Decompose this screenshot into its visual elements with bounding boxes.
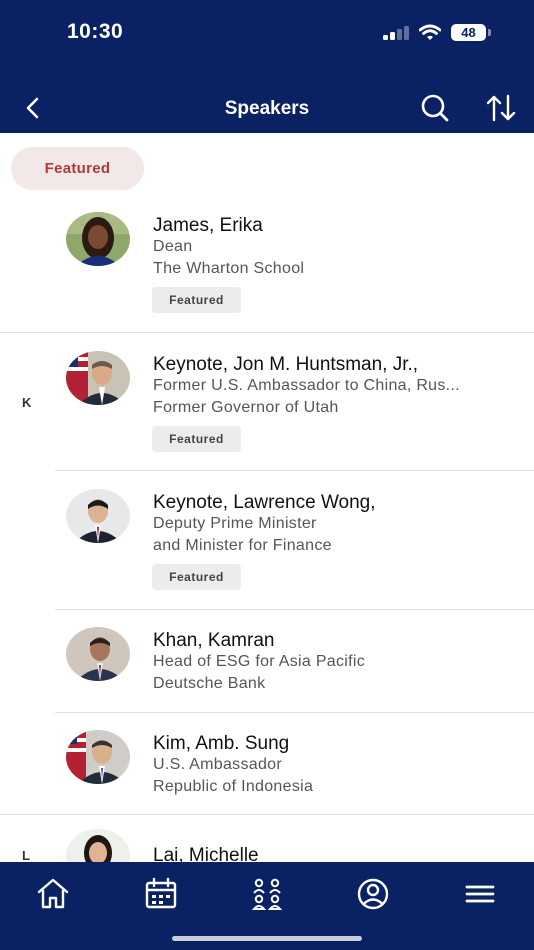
featured-tag: Featured — [152, 426, 241, 452]
speaker-avatar — [66, 829, 130, 862]
speaker-title: Head of ESG for Asia Pacific — [153, 653, 366, 670]
speaker-organization: Former Governor of Utah — [153, 399, 339, 416]
speaker-organization: The Wharton School — [153, 260, 305, 277]
speaker-avatar — [66, 212, 130, 266]
section-index-k[interactable]: K — [22, 395, 31, 410]
speaker-name: Keynote, Jon M. Huntsman, Jr., — [153, 354, 419, 375]
section-index-l[interactable]: L — [22, 848, 30, 862]
speaker-avatar — [66, 627, 130, 681]
featured-filter-chip[interactable]: Featured — [11, 147, 144, 190]
speaker-organization: and Minister for Finance — [153, 537, 332, 554]
speaker-organization: Deutsche Bank — [153, 675, 266, 692]
wifi-icon — [419, 24, 441, 40]
speaker-row-huntsman[interactable]: Keynote, Jon M. Huntsman, Jr., Former U.… — [0, 333, 534, 471]
speaker-row-kim[interactable]: Kim, Amb. Sung U.S. Ambassador Republic … — [0, 713, 534, 815]
search-icon[interactable] — [419, 92, 451, 124]
battery-tip — [488, 29, 491, 36]
speaker-title: U.S. Ambassador — [153, 756, 282, 773]
speaker-title: Dean — [153, 238, 193, 255]
featured-tag: Featured — [152, 564, 241, 590]
speaker-title: Former U.S. Ambassador to China, Rus... — [153, 377, 460, 394]
status-time: 10:30 — [67, 20, 124, 43]
speaker-avatar — [66, 489, 130, 543]
home-indicator[interactable] — [172, 936, 362, 941]
status-bar: 10:30 48 — [0, 0, 534, 70]
attendees-icon[interactable] — [247, 874, 287, 914]
cellular-signal-icon — [383, 26, 409, 40]
battery-indicator: 48 — [451, 24, 486, 41]
speaker-name: Kim, Amb. Sung — [153, 733, 290, 754]
speaker-name: Khan, Kamran — [153, 630, 275, 651]
sort-arrows-icon[interactable] — [485, 93, 517, 123]
speaker-name: Keynote, Lawrence Wong, — [153, 492, 376, 513]
home-icon[interactable] — [33, 874, 73, 914]
nav-bar: Speakers — [0, 70, 534, 133]
menu-icon[interactable] — [460, 874, 500, 914]
speaker-avatar — [66, 351, 130, 405]
speaker-row-khan[interactable]: Khan, Kamran Head of ESG for Asia Pacifi… — [0, 610, 534, 713]
speaker-organization: Republic of Indonesia — [153, 778, 314, 795]
calendar-icon[interactable] — [141, 874, 181, 914]
speaker-name: Lai, Michelle — [153, 845, 259, 862]
profile-icon[interactable] — [353, 874, 393, 914]
speaker-row-wong[interactable]: Keynote, Lawrence Wong, Deputy Prime Min… — [0, 471, 534, 610]
speaker-row-lai[interactable]: Lai, Michelle — [0, 815, 534, 862]
speaker-row-james[interactable]: James, Erika Dean The Wharton School Fea… — [0, 203, 534, 333]
featured-tag: Featured — [152, 287, 241, 313]
page-title: Speakers — [224, 98, 310, 119]
speaker-title: Deputy Prime Minister — [153, 515, 317, 532]
speaker-name: James, Erika — [153, 215, 263, 236]
speakers-list[interactable]: Featured James, Erika Dean The Wharton S… — [0, 133, 534, 862]
speaker-avatar — [66, 730, 130, 784]
